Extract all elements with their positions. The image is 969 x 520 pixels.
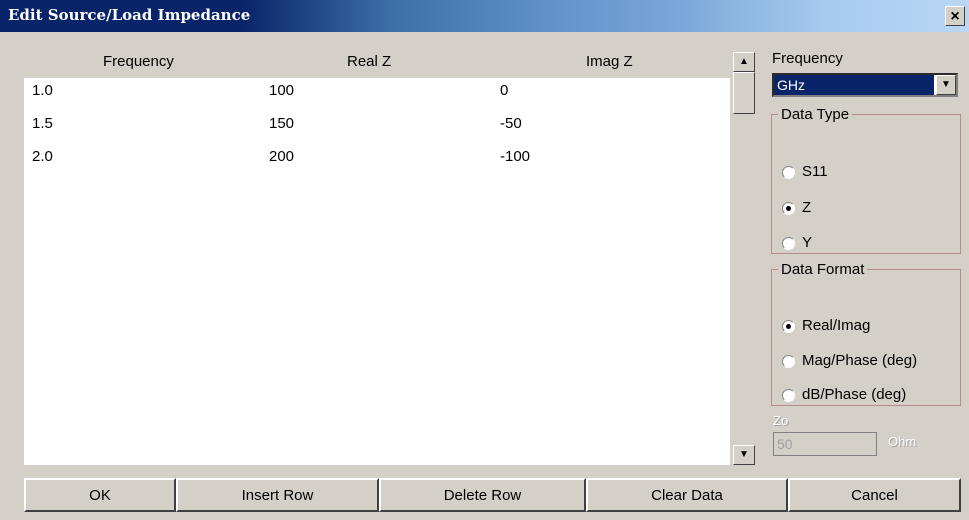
scroll-up-button[interactable]: ▲ — [733, 52, 755, 72]
title-bar: Edit Source/Load Impedance × — [0, 0, 969, 32]
radio-label: dB/Phase (deg) — [802, 386, 907, 403]
vertical-scrollbar[interactable]: ▲ ▼ — [733, 48, 755, 465]
frequency-unit-value: GHz — [774, 75, 934, 95]
table-row[interactable]: 2.0 200 -100 — [24, 144, 730, 177]
cell-frequency[interactable]: 1.5 — [32, 115, 53, 132]
scroll-down-button[interactable]: ▼ — [733, 445, 755, 465]
close-button[interactable]: × — [945, 6, 965, 26]
data-format-legend: Data Format — [781, 261, 865, 278]
insert-row-button[interactable]: Insert Row — [176, 478, 379, 512]
table-row[interactable]: 1.0 100 0 — [24, 78, 730, 111]
cell-imag-z[interactable]: -100 — [500, 148, 530, 165]
z0-label: Zo — [773, 413, 789, 428]
dropdown-button[interactable]: ▼ — [936, 75, 956, 95]
column-header-frequency[interactable]: Frequency — [103, 53, 174, 70]
cell-real-z[interactable]: 200 — [269, 148, 294, 165]
cancel-button[interactable]: Cancel — [788, 478, 961, 512]
cell-real-z[interactable]: 150 — [269, 115, 294, 132]
table-row[interactable]: 1.5 150 -50 — [24, 111, 730, 144]
cell-frequency[interactable]: 2.0 — [32, 148, 53, 165]
data-format-group: Data Format Real/Imag Mag/Phase (deg) dB… — [771, 261, 961, 406]
radio-selected-dot-icon — [786, 324, 791, 329]
delete-row-button[interactable]: Delete Row — [379, 478, 586, 512]
table-header: Frequency Real Z Imag Z — [24, 48, 730, 78]
radio-circle-icon — [782, 320, 795, 333]
radio-circle-icon — [782, 389, 795, 402]
radio-label: Z — [802, 199, 812, 216]
radio-circle-icon — [782, 237, 795, 250]
z0-unit-label: Ohm — [888, 434, 917, 449]
radio-circle-icon — [782, 202, 795, 215]
arrow-up-icon: ▲ — [739, 56, 749, 67]
radio-label: S11 — [802, 163, 828, 180]
scroll-thumb[interactable] — [733, 72, 755, 114]
radio-selected-dot-icon — [786, 206, 791, 211]
cell-frequency[interactable]: 1.0 — [32, 82, 53, 99]
cell-imag-z[interactable]: 0 — [500, 82, 508, 99]
radio-label: Real/Imag — [802, 317, 871, 334]
impedance-table[interactable]: Frequency Real Z Imag Z 1.0 100 0 1.5 15… — [24, 48, 730, 465]
radio-label: Mag/Phase (deg) — [802, 352, 918, 369]
cell-imag-z[interactable]: -50 — [500, 115, 522, 132]
z0-input[interactable]: 50 — [773, 432, 877, 456]
frequency-unit-select[interactable]: GHz ▼ — [772, 73, 958, 97]
clear-data-button[interactable]: Clear Data — [586, 478, 788, 512]
data-type-group: Data Type S11 Z Y — [771, 106, 961, 254]
column-header-real-z[interactable]: Real Z — [347, 53, 391, 70]
radio-circle-icon — [782, 355, 795, 368]
column-header-imag-z[interactable]: Imag Z — [586, 53, 633, 70]
window-title: Edit Source/Load Impedance — [8, 6, 251, 24]
radio-label: Y — [802, 234, 813, 251]
frequency-label: Frequency — [772, 50, 843, 67]
cell-real-z[interactable]: 100 — [269, 82, 294, 99]
chevron-down-icon: ▼ — [941, 79, 951, 90]
arrow-down-icon: ▼ — [739, 449, 749, 460]
data-type-legend: Data Type — [781, 106, 850, 123]
radio-circle-icon — [782, 166, 795, 179]
ok-button[interactable]: OK — [24, 478, 176, 512]
